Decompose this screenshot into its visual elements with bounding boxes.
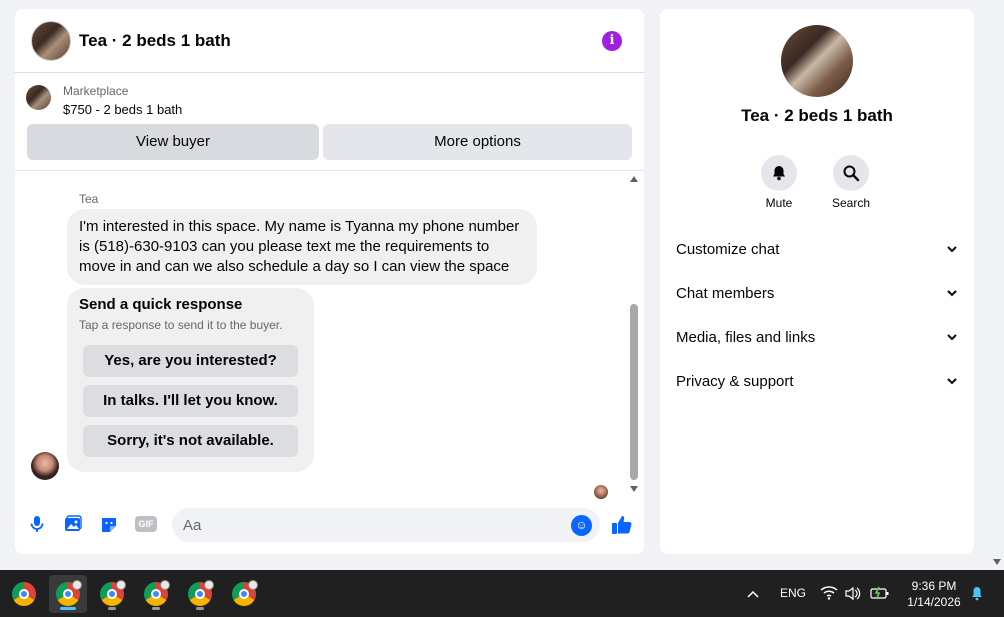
sticker-icon[interactable] xyxy=(99,514,119,534)
quick-response-subtitle: Tap a response to send it to the buyer. xyxy=(79,318,283,332)
listing-price: $750 - 2 beds 1 bath xyxy=(63,102,183,117)
search-action[interactable]: Search xyxy=(821,155,881,210)
message-list: Tea I'm interested in this space. My nam… xyxy=(15,170,644,499)
chevron-down-icon xyxy=(946,235,958,276)
section-label: Privacy & support xyxy=(676,373,794,390)
taskbar-app-chrome-profile-active[interactable] xyxy=(49,575,87,613)
chevron-down-icon xyxy=(946,367,958,408)
section-customize-chat[interactable]: Customize chat xyxy=(676,235,958,265)
sender-avatar[interactable] xyxy=(31,452,59,480)
profile-badge-icon xyxy=(248,580,258,590)
more-options-button[interactable]: More options xyxy=(323,124,632,160)
listing-actions: View buyer More options xyxy=(27,124,632,160)
chat-title[interactable]: Tea · 2 beds 1 bath xyxy=(79,31,231,51)
read-receipt-avatar xyxy=(594,485,608,499)
chrome-icon xyxy=(12,582,36,606)
search-icon[interactable] xyxy=(833,155,869,191)
notification-bell-icon[interactable] xyxy=(970,570,984,617)
marketplace-label: Marketplace xyxy=(63,84,129,98)
search-label: Search xyxy=(831,196,871,210)
running-indicator xyxy=(108,607,116,610)
taskbar-app-chrome-profile[interactable] xyxy=(225,575,263,613)
active-indicator xyxy=(60,607,76,610)
view-buyer-button[interactable]: View buyer xyxy=(27,124,319,160)
microphone-icon[interactable] xyxy=(27,514,47,534)
section-chat-members[interactable]: Chat members xyxy=(676,279,958,309)
scroll-thumb[interactable] xyxy=(630,304,638,480)
scroll-up-arrow-icon[interactable] xyxy=(630,176,638,182)
quick-response-title: Send a quick response xyxy=(79,296,243,313)
section-label: Media, files and links xyxy=(676,329,816,346)
photo-icon[interactable] xyxy=(63,514,83,534)
section-label: Chat members xyxy=(676,285,775,302)
message-scrollbar[interactable] xyxy=(629,174,640,492)
chat-header: Tea · 2 beds 1 bath i xyxy=(15,9,644,73)
volume-icon[interactable] xyxy=(845,570,861,617)
profile-badge-icon xyxy=(116,580,126,590)
wifi-icon[interactable] xyxy=(820,570,838,617)
marketplace-listing[interactable]: Marketplace $750 - 2 beds 1 bath xyxy=(15,74,644,124)
clock-date: 1/14/2026 xyxy=(907,595,961,609)
quick-response-not-available-button[interactable]: Sorry, it's not available. xyxy=(83,425,298,457)
section-media-files-links[interactable]: Media, files and links xyxy=(676,323,958,353)
profile-badge-icon xyxy=(204,580,214,590)
system-clock[interactable]: 9:36 PM 1/14/2026 xyxy=(898,578,970,610)
taskbar-app-chrome-profile[interactable] xyxy=(93,575,131,613)
listing-avatar[interactable] xyxy=(31,21,71,61)
message-bubble[interactable]: I'm interested in this space. My name is… xyxy=(67,209,537,285)
thumbs-up-icon[interactable] xyxy=(610,513,634,537)
conversation-info-panel: Tea · 2 beds 1 bath Mute Search Customiz… xyxy=(660,9,974,554)
show-hidden-icons-chevron-up-icon[interactable] xyxy=(746,570,760,617)
info-panel-title: Tea · 2 beds 1 bath xyxy=(741,106,893,125)
battery-charging-icon[interactable] xyxy=(870,570,890,617)
bell-icon[interactable] xyxy=(761,155,797,191)
running-indicator xyxy=(152,607,160,610)
message-composer: GIF ☺ xyxy=(15,502,644,550)
listing-thumbnail xyxy=(26,85,51,110)
taskbar: ENG 9:36 PM 1/14/2026 xyxy=(0,570,1004,617)
section-privacy-support[interactable]: Privacy & support xyxy=(676,367,958,397)
scroll-down-arrow-icon[interactable] xyxy=(630,486,638,492)
quick-response-yes-button[interactable]: Yes, are you interested? xyxy=(83,345,298,377)
clock-time: 9:36 PM xyxy=(911,579,957,593)
info-icon[interactable]: i xyxy=(602,31,622,51)
taskbar-app-chrome-profile[interactable] xyxy=(181,575,219,613)
emoji-icon[interactable]: ☺ xyxy=(571,515,592,536)
page-scroll-down-icon[interactable] xyxy=(993,559,1001,565)
message-input[interactable] xyxy=(172,508,600,542)
listing-photo[interactable] xyxy=(781,25,853,97)
profile-badge-icon xyxy=(72,580,82,590)
quick-response-in-talks-button[interactable]: In talks. I'll let you know. xyxy=(83,385,298,417)
chevron-down-icon xyxy=(946,323,958,364)
section-label: Customize chat xyxy=(676,241,780,258)
running-indicator xyxy=(196,607,204,610)
chat-panel: Tea · 2 beds 1 bath i Marketplace $750 -… xyxy=(15,9,644,554)
profile-badge-icon xyxy=(160,580,170,590)
language-indicator[interactable]: ENG xyxy=(780,570,806,617)
chevron-down-icon xyxy=(946,279,958,320)
gif-icon[interactable]: GIF xyxy=(135,516,157,532)
mute-action[interactable]: Mute xyxy=(749,155,809,210)
sender-name: Tea xyxy=(79,192,99,206)
quick-response-card: Send a quick response Tap a response to … xyxy=(67,288,314,472)
taskbar-app-chrome[interactable] xyxy=(5,575,43,613)
mute-label: Mute xyxy=(765,196,793,210)
taskbar-app-chrome-profile[interactable] xyxy=(137,575,175,613)
